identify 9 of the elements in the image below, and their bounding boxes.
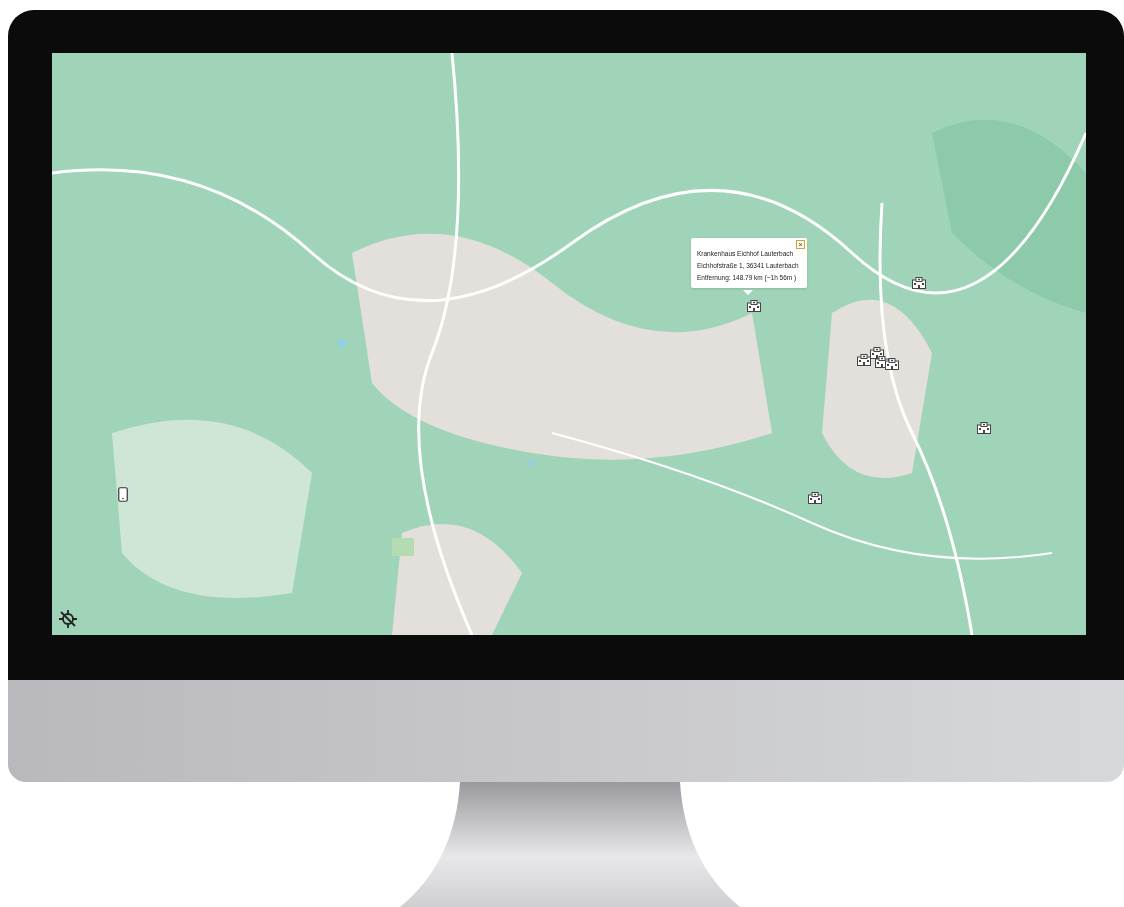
- hospital-icon[interactable]: [808, 492, 822, 504]
- hospital-icon[interactable]: [747, 300, 761, 312]
- hospital-icon[interactable]: [885, 358, 899, 370]
- phone-icon[interactable]: [118, 487, 128, 502]
- popup-pointer: [743, 290, 753, 295]
- hospital-icon[interactable]: [977, 422, 991, 434]
- hospital-icon[interactable]: [912, 277, 926, 289]
- location-off-icon[interactable]: [58, 609, 78, 629]
- hospital-icon[interactable]: [857, 354, 871, 366]
